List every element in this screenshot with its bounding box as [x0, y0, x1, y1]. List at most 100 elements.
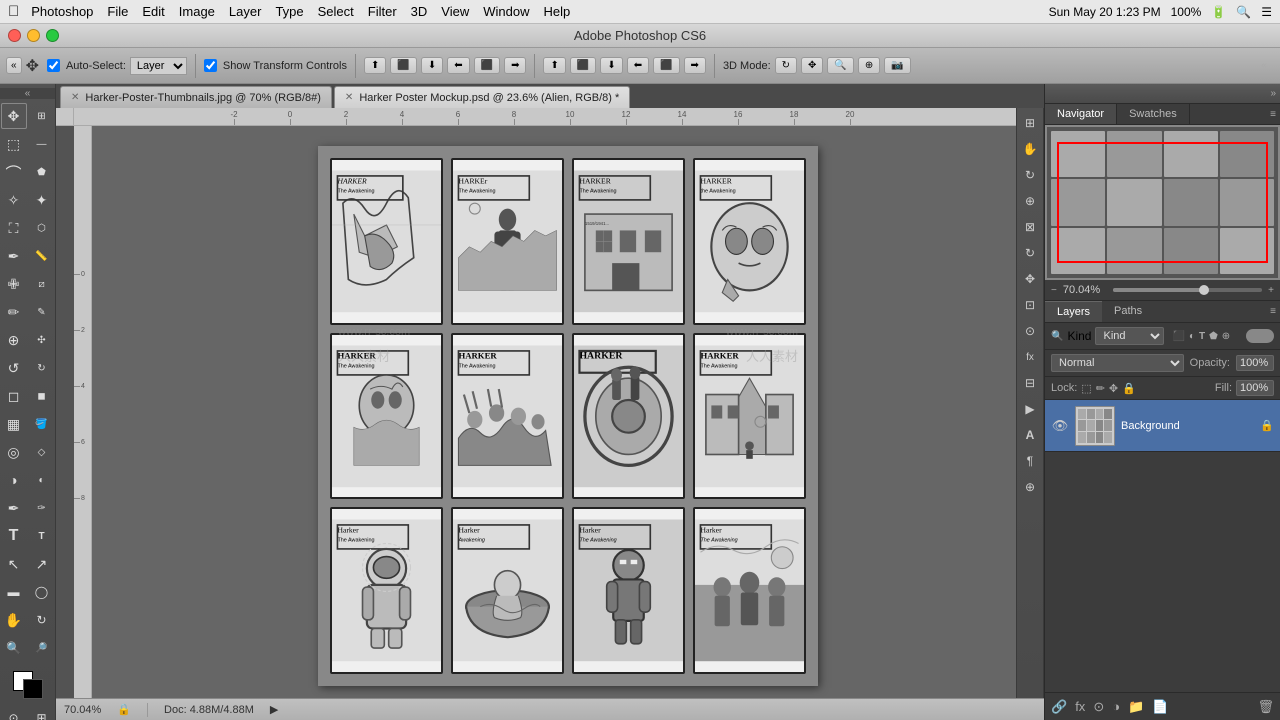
align-left[interactable]: ⬅ — [447, 57, 469, 74]
single-row-marquee[interactable]: — — [29, 131, 55, 157]
tab-1[interactable]: ✕ Harker Poster Mockup.psd @ 23.6% (Alie… — [334, 86, 630, 108]
3d-camera[interactable]: 📷 — [884, 57, 910, 74]
paragraph-tool[interactable]: ¶ — [1019, 450, 1041, 472]
filter-type-icon[interactable]: T — [1199, 331, 1205, 342]
background-color[interactable] — [23, 679, 43, 699]
tab-navigator[interactable]: Navigator — [1045, 104, 1117, 124]
text-rt-tool[interactable]: A — [1019, 424, 1041, 446]
path-select[interactable]: ↖ — [1, 551, 27, 577]
rect-shape[interactable]: ▬ — [1, 579, 27, 605]
gradient-tool[interactable]: ▦ — [1, 411, 27, 437]
menu-layer[interactable]: Layer — [229, 4, 262, 19]
align-bottom[interactable]: ⬇ — [421, 57, 443, 74]
autoselect-select[interactable]: Layer Group — [130, 57, 187, 75]
new-adj-layer-btn[interactable]: ◑ — [1112, 699, 1120, 714]
filter-search-icon[interactable]: 🔍 — [1051, 331, 1063, 342]
roll3d-tool[interactable]: ↻ — [1019, 242, 1041, 264]
layer-lock-icon[interactable]: 🔒 — [1260, 419, 1274, 432]
menu-3d[interactable]: 3D — [411, 4, 428, 19]
hand-rt-tool[interactable]: ✋ — [1019, 138, 1041, 160]
align-right[interactable]: ➡ — [504, 57, 526, 74]
clone-tool[interactable]: ⊕ — [1, 327, 27, 353]
history-brush[interactable]: ↺ — [1, 355, 27, 381]
align-hcenter[interactable]: ⬛ — [474, 57, 500, 74]
orbit-tool[interactable]: ↻ — [1019, 164, 1041, 186]
close-button[interactable] — [8, 29, 21, 42]
blend-mode-select[interactable]: Normal Dissolve Multiply Screen Overlay — [1051, 354, 1184, 372]
screen-mode[interactable]: ⊞ — [29, 705, 55, 720]
canvas-viewport[interactable]: HARKER The Awakening — [92, 126, 1044, 698]
layer-visibility-eye[interactable]: 👁 — [1051, 417, 1069, 435]
brush-tool[interactable]: ✏ — [1, 299, 27, 325]
lock-pixels-icon[interactable]: ⬚ — [1081, 382, 1091, 395]
ruler-tool[interactable]: 📏 — [29, 243, 55, 269]
panel-collapse-left[interactable]: « — [6, 57, 22, 74]
lock-all-icon[interactable]: 🔒 — [1122, 382, 1136, 395]
slide3d-tool[interactable]: ⊡ — [1019, 294, 1041, 316]
align-top[interactable]: ⬆ — [364, 57, 386, 74]
menu-photoshop[interactable]: Photoshop — [31, 4, 93, 19]
distribute-right[interactable]: ➡ — [684, 57, 706, 74]
artboard-tool[interactable]: ⊞ — [29, 103, 55, 129]
zoom-slider[interactable] — [1113, 288, 1262, 292]
left-panel-toggle[interactable]: « — [0, 88, 55, 99]
pan3d-tool[interactable]: ✥ — [1019, 268, 1041, 290]
quick-mask[interactable]: ⊙ — [1, 705, 27, 720]
zoom-tool[interactable]: 🔍 — [1, 635, 27, 661]
link-layers-btn[interactable]: 🔗 — [1051, 699, 1067, 715]
rotate-view[interactable]: ↻ — [29, 607, 55, 633]
autoselect-checkbox[interactable] — [47, 59, 60, 72]
distribute-bottom[interactable]: ⬇ — [600, 57, 622, 74]
tab-layers[interactable]: Layers — [1045, 301, 1102, 322]
burn-tool[interactable]: ◐ — [29, 467, 55, 493]
move3d-tool[interactable]: ⊕ — [1019, 190, 1041, 212]
eraser-tool[interactable]: ◻ — [1, 383, 27, 409]
layer-row-background[interactable]: 👁 Background — [1045, 400, 1280, 452]
3d-orbit[interactable]: ↻ — [775, 57, 797, 74]
perspective-crop[interactable]: ⬡ — [29, 215, 55, 241]
vertical-text[interactable]: T — [29, 523, 55, 549]
freeform-pen[interactable]: ✑ — [29, 495, 55, 521]
filter-shape-icon[interactable]: ⬟ — [1209, 331, 1218, 342]
pen-tool[interactable]: ✒ — [1, 495, 27, 521]
play-button[interactable]: ▶ — [270, 703, 278, 716]
menu-type[interactable]: Type — [275, 4, 303, 19]
direct-select[interactable]: ↗ — [29, 551, 55, 577]
lasso-tool[interactable]: ⌒ — [1, 159, 27, 185]
polygonal-lasso[interactable]: ⬟ — [29, 159, 55, 185]
menu-view[interactable]: View — [441, 4, 469, 19]
patch-tool[interactable]: ⧄ — [29, 271, 55, 297]
magic-wand[interactable]: ✦ — [29, 187, 55, 213]
eyedropper-tool[interactable]: ✒ — [1, 243, 27, 269]
dodge-tool[interactable]: ◑ — [1, 467, 27, 493]
tab-0-close[interactable]: ✕ — [71, 92, 79, 103]
camera-tool[interactable]: ⊙ — [1019, 320, 1041, 342]
layers-menu-icon[interactable]: ≡ — [1270, 306, 1276, 317]
layers-rt-tool[interactable]: ⊟ — [1019, 372, 1041, 394]
nav-tool[interactable]: ⊞ — [1019, 112, 1041, 134]
filter-kind-select[interactable]: Kind Name Effect Mode Attribute Color — [1095, 327, 1164, 345]
pencil-tool[interactable]: ✎ — [29, 299, 55, 325]
blur-tool[interactable]: ◎ — [1, 439, 27, 465]
3d-zoom[interactable]: 🔍 — [827, 57, 853, 74]
new-group-btn[interactable]: 📁 — [1128, 699, 1144, 715]
maximize-button[interactable] — [46, 29, 59, 42]
filter-toggle[interactable] — [1246, 329, 1274, 343]
text-tool[interactable]: T — [1, 523, 27, 549]
filter-pixel-icon[interactable]: ⬛ — [1172, 331, 1184, 342]
info-tool[interactable]: ⊕ — [1019, 476, 1041, 498]
scale3d-tool[interactable]: ⊠ — [1019, 216, 1041, 238]
marquee-tool[interactable]: ⬚ — [1, 131, 27, 157]
move-tool[interactable]: ✥ — [1, 103, 27, 129]
menu-image[interactable]: Image — [179, 4, 215, 19]
lock-position-icon[interactable]: ✏ — [1096, 382, 1105, 395]
menu-window[interactable]: Window — [483, 4, 529, 19]
art-history-brush[interactable]: ↻ — [29, 355, 55, 381]
add-mask-btn[interactable]: ⊙ — [1093, 699, 1104, 715]
align-vcenter[interactable]: ⬛ — [390, 57, 416, 74]
transform-checkbox[interactable] — [204, 59, 217, 72]
zoom-out-icon[interactable]: − — [1051, 285, 1057, 296]
minimize-button[interactable] — [27, 29, 40, 42]
zoom-out-tool[interactable]: 🔎 — [29, 635, 55, 661]
zoom-in-icon[interactable]: + — [1268, 285, 1274, 296]
